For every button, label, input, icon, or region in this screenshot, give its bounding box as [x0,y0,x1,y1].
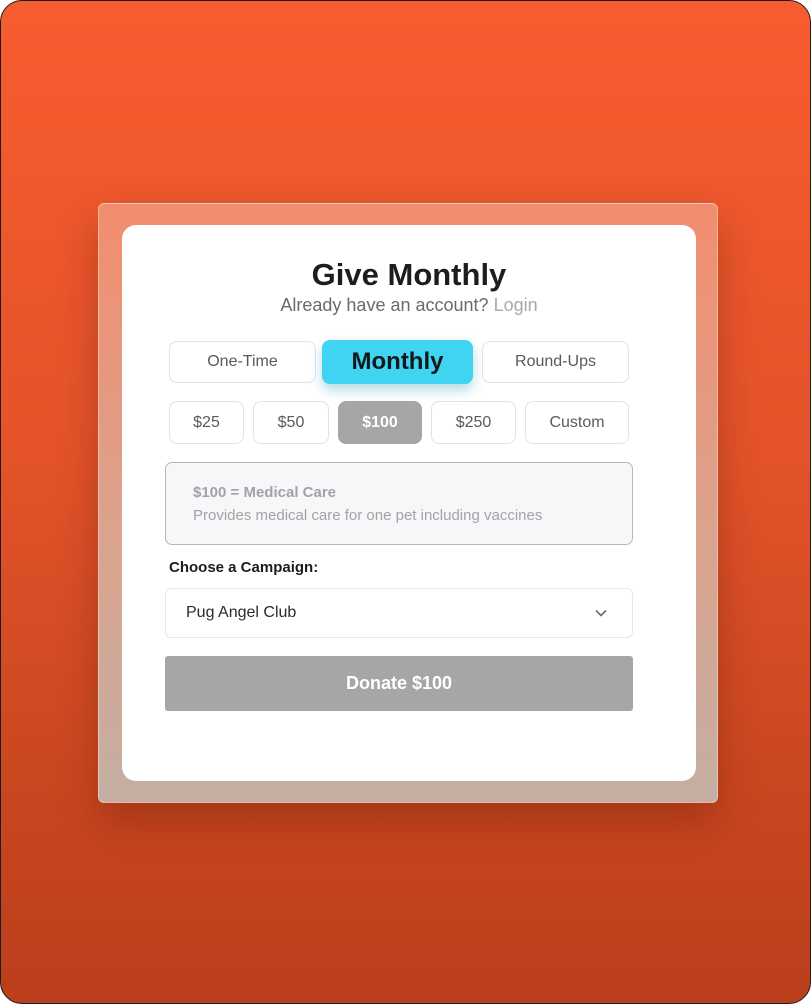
tab-monthly[interactable]: Monthly [322,340,473,384]
app-frame: Give Monthly Already have an account? Lo… [0,0,811,1004]
impact-title: $100 = Medical Care [193,484,337,501]
account-prompt-text: Already have an account? [280,295,489,315]
campaign-label: Choose a Campaign: [169,559,319,576]
amount-option-250[interactable]: $250 [431,401,516,444]
campaign-select[interactable]: Pug Angel Club [165,588,633,638]
impact-description: Provides medical care for one pet includ… [193,507,543,524]
impact-info-box: $100 = Medical Care Provides medical car… [165,462,633,545]
donation-card: Give Monthly Already have an account? Lo… [122,225,696,781]
donate-button[interactable]: Donate $100 [165,656,633,711]
amount-option-custom[interactable]: Custom [525,401,629,444]
amount-option-100[interactable]: $100 [338,401,422,444]
amount-option-25[interactable]: $25 [169,401,244,444]
campaign-selected-value: Pug Angel Club [186,604,297,621]
chevron-down-icon [595,610,607,617]
account-prompt: Already have an account? Login [122,295,696,316]
page-title: Give Monthly [311,257,507,292]
tab-one-time[interactable]: One-Time [169,341,316,383]
login-link[interactable]: Login [494,295,538,315]
amount-option-50[interactable]: $50 [253,401,329,444]
tab-round-ups[interactable]: Round-Ups [482,341,629,383]
